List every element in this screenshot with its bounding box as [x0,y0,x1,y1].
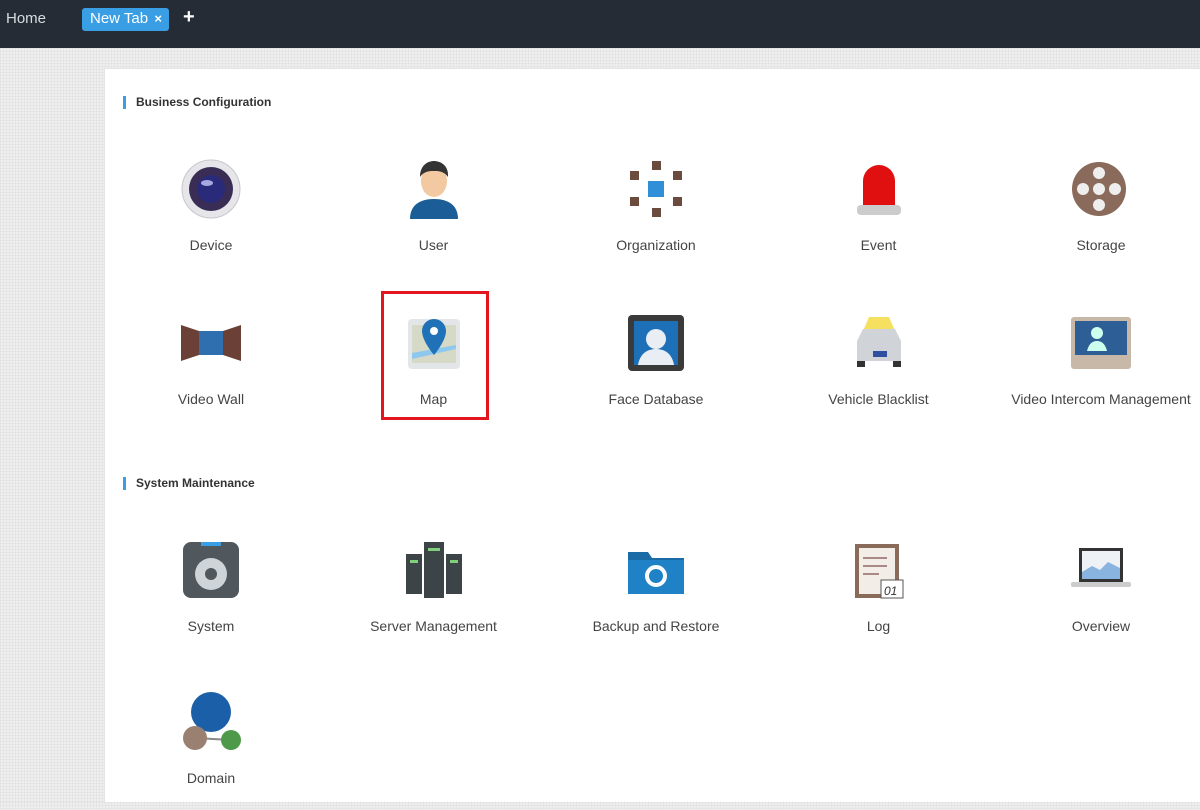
film-reel-icon [1072,162,1126,216]
tile-label: Storage [1076,237,1126,253]
tile-label: Server Management [370,618,497,634]
server-icon [405,542,462,598]
svg-text:01: 01 [884,584,897,598]
tile-label: Log [866,618,891,634]
tile-label: Domain [186,770,236,786]
tile-video-wall[interactable]: Video Wall [100,311,322,431]
tile-face-database[interactable]: Face Database [545,311,767,431]
tile-organization[interactable]: Organization [545,157,767,277]
top-bar: Home New Tab × + [0,0,1200,48]
tile-label: Event [860,237,897,253]
tile-device[interactable]: Device [100,157,322,277]
section-title-maintenance: System Maintenance [123,477,255,490]
face-database-icon [628,315,684,371]
video-wall-icon [181,325,241,361]
tile-storage[interactable]: Storage [990,157,1200,277]
tile-label: User [418,237,449,253]
tile-event[interactable]: Event [768,157,990,277]
tile-label: Backup and Restore [592,618,720,634]
tab-home[interactable]: Home [6,10,46,27]
tile-label: Face Database [608,391,704,407]
tile-backup-and-restore[interactable]: Backup and Restore [545,538,767,658]
gear-icon [183,542,239,598]
tile-label: Overview [1071,618,1131,634]
camera-lens-icon [181,159,241,219]
tile-system[interactable]: System [100,538,322,658]
folder-restore-icon [628,552,684,594]
tile-label: System [187,618,235,634]
tile-vehicle-blacklist[interactable]: Vehicle Blacklist [768,311,990,431]
highlight-box [381,291,489,420]
tile-server-management[interactable]: Server Management [323,538,545,658]
laptop-chart-icon [1071,548,1131,587]
tile-label: Vehicle Blacklist [828,391,929,407]
user-icon [409,161,458,219]
tile-domain[interactable]: Domain [100,690,322,810]
domain-network-icon [183,692,241,750]
car-icon [856,317,901,367]
tile-user[interactable]: User [323,157,545,277]
tile-overview[interactable]: Overview [990,538,1200,658]
tile-label: Video Wall [177,391,245,407]
add-tab-button[interactable]: + [183,6,195,29]
tile-log[interactable]: 01 Log [768,538,990,658]
log-notepad-icon: 01 [854,544,903,599]
tile-label: Video Intercom Management [1011,391,1191,407]
tab-new-tab[interactable]: New Tab × [82,8,169,31]
organization-cubes-icon [630,161,682,217]
tab-label: New Tab [90,10,149,27]
alarm-siren-icon [856,165,901,215]
tile-label: Device [189,237,233,253]
main-panel: Business Configuration System Maintenanc… [104,68,1200,802]
intercom-icon [1071,317,1131,369]
section-title-business: Business Configuration [123,96,271,109]
tile-video-intercom-management[interactable]: Video Intercom Management [990,311,1200,431]
tile-label: Organization [616,237,696,253]
close-tab-icon[interactable]: × [154,11,162,26]
